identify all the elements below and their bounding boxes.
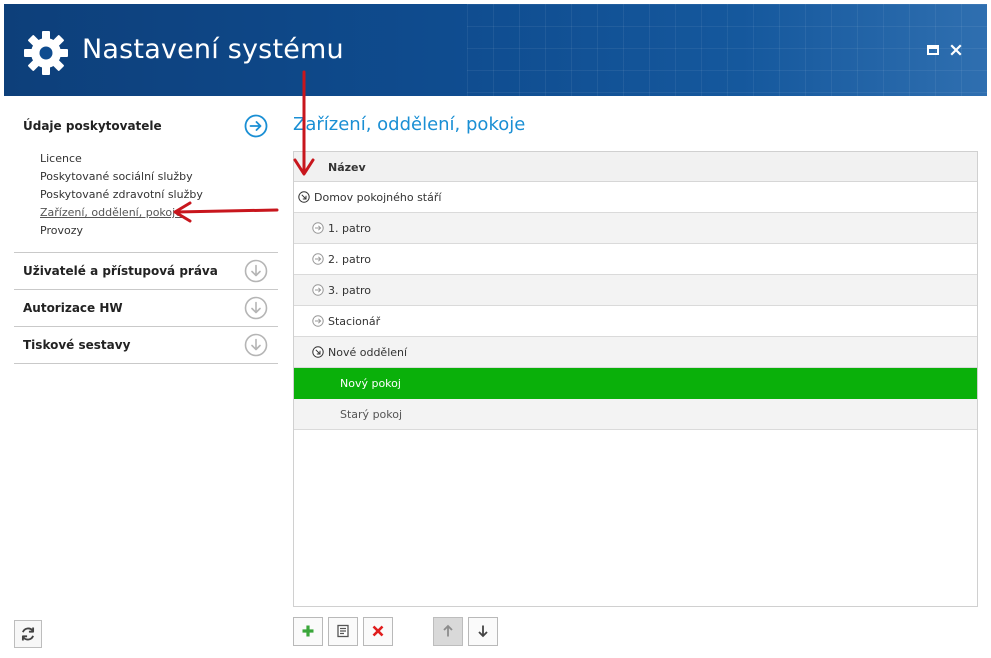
expand-circle-icon[interactable] (312, 222, 324, 234)
sidebar-section-header[interactable]: Tiskové sestavy (14, 327, 278, 363)
edit-button[interactable] (328, 617, 358, 646)
arrow-up-icon (443, 624, 453, 637)
column-header-name[interactable]: Název (294, 152, 977, 182)
sidebar-section-hw-auth: Autorizace HW (14, 290, 278, 327)
arrow-down-circle-icon[interactable] (244, 296, 268, 320)
tree-row-label: 2. patro (328, 253, 372, 266)
settings-window: Nastavení systému Údaje poskytovatele Li… (0, 0, 991, 658)
sidebar-section-users: Uživatelé a přístupová práva (14, 253, 278, 290)
refresh-button[interactable] (14, 620, 42, 648)
edit-document-icon (337, 624, 349, 638)
move-down-button[interactable] (468, 617, 498, 646)
page-title: Zařízení, oddělení, pokoje (293, 114, 526, 135)
sidebar-section-title: Údaje poskytovatele (23, 119, 162, 133)
arrow-down-icon (478, 625, 488, 638)
sidebar-section-header[interactable]: Autorizace HW (14, 290, 278, 326)
sidebar-section-title: Uživatelé a přístupová práva (23, 264, 218, 278)
sidebar-section-provider: Údaje poskytovatele Licence Poskytované … (14, 108, 278, 253)
tree-row-selected[interactable]: Nový pokoj (294, 368, 977, 399)
tree-row-label: Domov pokojného stáří (314, 191, 442, 204)
sidebar-submenu: Licence Poskytované sociální služby Posk… (14, 144, 278, 252)
tree-row[interactable]: 3. patro (294, 275, 977, 306)
tree-row[interactable]: 1. patro (294, 213, 977, 244)
window-header: Nastavení systému (4, 4, 987, 96)
sidebar: Údaje poskytovatele Licence Poskytované … (14, 108, 278, 364)
tree-row[interactable]: Stacionář (294, 306, 977, 337)
header-pattern (467, 4, 987, 96)
sidebar-section-header[interactable]: Uživatelé a přístupová práva (14, 253, 278, 289)
sidebar-item-health-services[interactable]: Poskytované zdravotní služby (40, 186, 278, 204)
sidebar-section-header[interactable]: Údaje poskytovatele (14, 108, 278, 144)
window-title: Nastavení systému (82, 34, 344, 65)
tree-row[interactable]: Nové oddělení (294, 337, 977, 368)
tree-row[interactable]: Starý pokoj (294, 399, 977, 430)
expand-circle-icon[interactable] (312, 284, 324, 296)
tree-row-label: 3. patro (328, 284, 372, 297)
tree-row-label: Nový pokoj (340, 377, 401, 390)
tree-row[interactable]: 2. patro (294, 244, 977, 275)
sidebar-section-reports: Tiskové sestavy (14, 327, 278, 364)
tree-row[interactable]: Domov pokojného stáří (294, 182, 977, 213)
delete-x-icon (372, 625, 384, 637)
sidebar-item-licence[interactable]: Licence (40, 150, 278, 168)
sidebar-section-title: Autorizace HW (23, 301, 123, 315)
sidebar-section-title: Tiskové sestavy (23, 338, 131, 352)
tree-row-label: Nové oddělení (328, 346, 408, 359)
sidebar-item-operations[interactable]: Provozy (40, 222, 278, 240)
tree-row-label: 1. patro (328, 222, 372, 235)
maximize-icon[interactable] (925, 42, 941, 58)
arrow-down-circle-icon[interactable] (244, 333, 268, 357)
tree-row-label: Starý pokoj (340, 408, 403, 421)
add-button[interactable] (293, 617, 323, 646)
close-icon[interactable] (948, 42, 964, 58)
delete-button[interactable] (363, 617, 393, 646)
sidebar-item-facilities[interactable]: Zařízení, oddělení, pokoje (40, 204, 278, 222)
collapse-circle-icon[interactable] (312, 346, 324, 358)
facility-tree: Název Domov pokojného stáří 1. patro 2. … (293, 151, 978, 607)
refresh-icon (21, 627, 35, 641)
plus-icon (302, 625, 314, 637)
expand-circle-icon[interactable] (312, 315, 324, 327)
expand-circle-icon[interactable] (312, 253, 324, 265)
move-up-button[interactable] (433, 617, 463, 646)
gear-icon (24, 31, 68, 75)
collapse-circle-icon[interactable] (298, 191, 310, 203)
tree-row-label: Stacionář (328, 315, 381, 328)
arrow-right-circle-icon[interactable] (244, 114, 268, 138)
arrow-down-circle-icon[interactable] (244, 259, 268, 283)
sidebar-item-social-services[interactable]: Poskytované sociální služby (40, 168, 278, 186)
